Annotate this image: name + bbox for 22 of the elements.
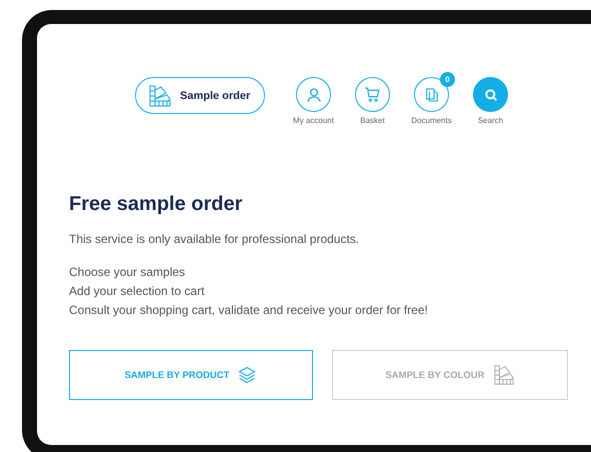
nav-label: Search — [478, 116, 504, 125]
sample-order-button[interactable]: Sample order — [135, 77, 265, 114]
cart-icon — [364, 86, 381, 103]
basket-button[interactable]: Basket — [343, 70, 402, 125]
step-text: Consult your shopping cart, validate and receive your order for free! — [69, 302, 429, 319]
nav-label: My account — [293, 116, 334, 125]
documents-icon — [424, 86, 440, 104]
documents-button[interactable]: 0 Documents — [402, 70, 461, 125]
step-text: Choose your samples — [69, 264, 186, 281]
intro-text: This service is only available for professional products. — [69, 231, 360, 248]
nav-label: Documents — [411, 116, 452, 125]
search-icon — [482, 86, 498, 102]
swatch-fan-icon — [148, 84, 172, 108]
swatch-fan-icon — [492, 364, 515, 386]
count-badge: 0 — [440, 72, 455, 87]
search-button[interactable]: Search — [461, 70, 520, 125]
page-title: Free sample order — [69, 193, 244, 216]
step-text: Add your selection to cart — [69, 283, 206, 300]
account-button[interactable]: My account — [284, 70, 343, 125]
user-icon — [306, 86, 322, 102]
layers-icon — [237, 365, 258, 385]
nav-label: Basket — [360, 116, 385, 125]
